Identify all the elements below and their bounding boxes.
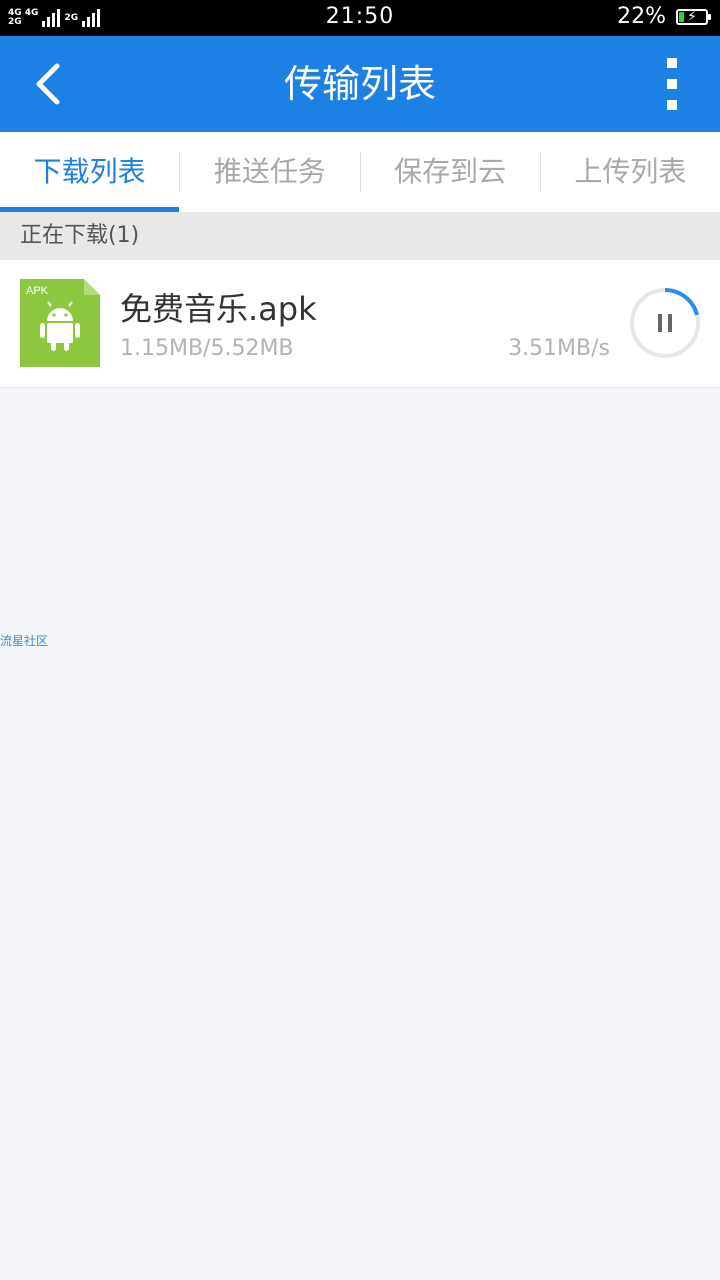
download-speed: 3.51MB/s xyxy=(508,336,610,361)
pause-icon xyxy=(658,314,672,332)
status-bar: 4G 4G 2G 2G 21:50 22% ⚡ xyxy=(0,0,720,36)
chevron-left-icon xyxy=(36,63,60,105)
tab-upload-list[interactable]: 上传列表 xyxy=(541,132,720,212)
apk-file-icon-label: APK xyxy=(26,285,49,297)
clock: 21:50 xyxy=(325,4,395,29)
tab-save-to-cloud[interactable]: 保存到云 xyxy=(361,132,540,212)
app-header: 传输列表 xyxy=(0,36,720,132)
apk-file-icon: APK xyxy=(20,279,100,367)
battery-percent: 22% xyxy=(617,4,666,29)
tab-bar: 下载列表 推送任务 保存到云 上传列表 xyxy=(0,132,720,212)
battery-status: 22% ⚡ xyxy=(617,4,711,29)
charging-bolt-icon: ⚡ xyxy=(687,8,697,25)
downloading-section-header: 正在下载(1) xyxy=(0,212,720,260)
tab-download-list[interactable]: 下载列表 xyxy=(0,132,180,212)
battery-icon: ⚡ xyxy=(676,8,711,25)
battery-level xyxy=(679,11,685,22)
back-button[interactable] xyxy=(20,56,76,112)
page-title: 传输列表 xyxy=(283,62,436,106)
watermark-text: 流星社区 xyxy=(0,634,49,648)
tab-push-tasks[interactable]: 推送任务 xyxy=(180,132,359,212)
more-vertical-icon xyxy=(667,58,677,68)
more-options-button[interactable] xyxy=(652,58,692,110)
pause-button[interactable] xyxy=(628,286,702,360)
file-size-progress: 1.15MB/5.52MB xyxy=(120,336,294,361)
download-item[interactable]: APK 免费音乐.apk 1.15MB/5.52MB 3.51MB/s xyxy=(0,260,720,388)
file-name: 免费音乐.apk xyxy=(120,290,317,328)
